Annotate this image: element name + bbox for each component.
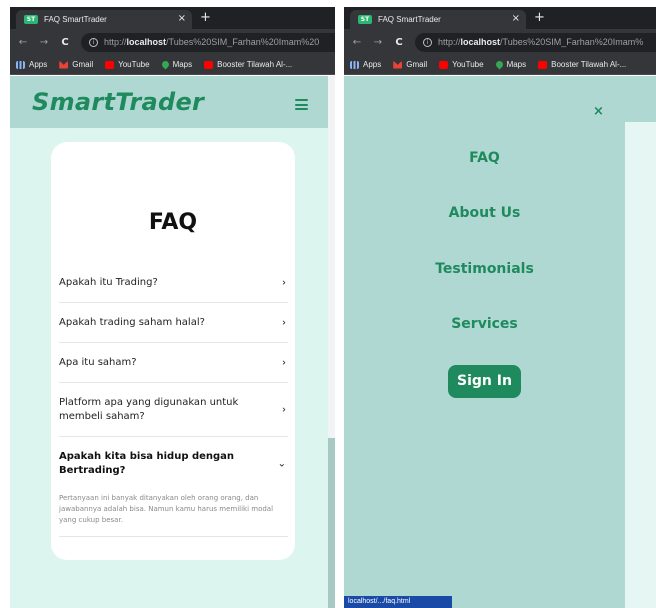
bookmark-gmail[interactable]: Gmail (59, 60, 93, 69)
new-tab-icon[interactable]: + (534, 10, 545, 26)
tab-close-icon[interactable]: × (512, 13, 520, 25)
youtube-icon (439, 60, 449, 69)
screenshot: ST FAQ SmartTrader × + ← → C i http://lo… (0, 0, 656, 608)
menu-link-faq[interactable]: FAQ (344, 150, 625, 166)
faq-question: Platform apa yang digunakan untuk membel… (59, 396, 239, 422)
mobile-menu-page: × FAQ About Us Testimonials Services Sig… (344, 76, 656, 608)
faq-page: SmartTrader FAQ Apakah itu Trading? › Ap… (10, 76, 335, 608)
chevron-right-icon: › (282, 404, 286, 415)
site-favicon-icon: ST (24, 15, 38, 24)
back-icon[interactable]: ← (349, 37, 365, 48)
bookmark-booster[interactable]: Booster Tilawah Al-... (538, 60, 626, 69)
tab-title: FAQ SmartTrader (378, 15, 441, 24)
site-favicon-icon: ST (358, 15, 372, 24)
faq-item-expanded[interactable]: Apakah kita bisa hidup dengan Bertrading… (59, 437, 288, 491)
apps-icon (16, 60, 25, 69)
faq-card: FAQ Apakah itu Trading? › Apakah trading… (51, 142, 295, 560)
forward-icon[interactable]: → (36, 37, 52, 48)
address-url: http://localhost/Tubes%20SIM_Farhan%20Im… (438, 37, 644, 47)
faq-item[interactable]: Apakah itu Trading? › (59, 263, 288, 303)
chevron-down-icon: ⌄ (277, 458, 286, 470)
faq-question: Apa itu saham? (59, 356, 137, 368)
browser-tab[interactable]: ST FAQ SmartTrader × (350, 10, 526, 29)
site-header: SmartTrader (10, 76, 328, 128)
tab-close-icon[interactable]: × (178, 13, 186, 25)
faq-item[interactable]: Platform apa yang digunakan untuk membel… (59, 383, 288, 437)
page-behind-menu (625, 122, 656, 608)
maps-icon (160, 59, 171, 70)
address-bar[interactable]: i http://localhost/Tubes%20SIM_Farhan%20… (81, 32, 335, 52)
bookmark-apps[interactable]: Apps (16, 60, 47, 69)
sign-in-button[interactable]: Sign In (448, 365, 521, 398)
chevron-right-icon: › (282, 277, 286, 288)
forward-icon[interactable]: → (370, 37, 386, 48)
menu-link-about[interactable]: About Us (344, 205, 625, 221)
close-menu-icon[interactable]: × (593, 104, 604, 119)
browser-window-faq: ST FAQ SmartTrader × + ← → C i http://lo… (10, 7, 335, 608)
bookmarks-bar: Apps Gmail YouTube Maps Booster Tilawah … (10, 55, 335, 75)
status-bar-url: localhost/.../faq.html (344, 596, 452, 608)
chevron-right-icon: › (282, 357, 286, 368)
browser-tab[interactable]: ST FAQ SmartTrader × (16, 10, 192, 29)
address-url: http://localhost/Tubes%20SIM_Farhan%20Im… (104, 37, 320, 47)
gmail-icon (393, 60, 403, 69)
faq-item[interactable]: Apakah trading saham halal? › (59, 303, 288, 343)
bookmark-youtube[interactable]: YouTube (105, 60, 150, 69)
youtube-icon (105, 60, 115, 69)
tab-title: FAQ SmartTrader (44, 15, 107, 24)
address-bar[interactable]: i http://localhost/Tubes%20SIM_Farhan%20… (415, 32, 656, 52)
faq-question: Apakah kita bisa hidup dengan Bertrading… (59, 451, 235, 476)
menu-link-services[interactable]: Services (344, 316, 625, 332)
back-icon[interactable]: ← (15, 37, 31, 48)
site-info-icon[interactable]: i (89, 37, 98, 47)
maps-icon (494, 59, 505, 70)
page-scrollbar[interactable] (328, 76, 335, 608)
browser-toolbar: ← → C i http://localhost/Tubes%20SIM_Far… (10, 29, 335, 55)
bookmarks-bar: Apps Gmail YouTube Maps Booster Tilawah … (344, 55, 656, 75)
bookmark-youtube[interactable]: YouTube (439, 60, 484, 69)
chevron-right-icon: › (282, 317, 286, 328)
bookmark-gmail[interactable]: Gmail (393, 60, 427, 69)
faq-question: Apakah itu Trading? (59, 276, 158, 288)
site-info-icon[interactable]: i (423, 37, 432, 47)
bookmark-apps[interactable]: Apps (350, 60, 381, 69)
booster-icon (538, 60, 548, 69)
browser-window-menu: ST FAQ SmartTrader × + ← → C i http://lo… (344, 7, 656, 608)
bookmark-maps[interactable]: Maps (494, 59, 526, 70)
faq-item[interactable]: Apa itu saham? › (59, 343, 288, 383)
menu-link-testimonials[interactable]: Testimonials (344, 261, 625, 277)
faq-question: Apakah trading saham halal? (59, 316, 205, 328)
tab-strip: ST FAQ SmartTrader × + (10, 7, 335, 29)
bookmark-maps[interactable]: Maps (160, 59, 192, 70)
scrollbar-thumb[interactable] (328, 438, 335, 608)
apps-icon (350, 60, 359, 69)
booster-icon (204, 60, 214, 69)
hamburger-menu-icon[interactable] (295, 99, 308, 110)
faq-answer: Pertanyaan ini banyak ditanyakan oleh or… (59, 491, 288, 537)
new-tab-icon[interactable]: + (200, 10, 211, 26)
bookmark-booster[interactable]: Booster Tilawah Al-... (204, 60, 292, 69)
gmail-icon (59, 60, 69, 69)
browser-toolbar: ← → C i http://localhost/Tubes%20SIM_Far… (344, 29, 656, 55)
faq-list: Apakah itu Trading? › Apakah trading sah… (59, 263, 288, 537)
faq-title: FAQ (148, 210, 198, 235)
tab-strip: ST FAQ SmartTrader × + (344, 7, 656, 29)
reload-icon[interactable]: C (57, 37, 73, 48)
site-logo[interactable]: SmartTrader (32, 88, 204, 116)
reload-icon[interactable]: C (391, 37, 407, 48)
